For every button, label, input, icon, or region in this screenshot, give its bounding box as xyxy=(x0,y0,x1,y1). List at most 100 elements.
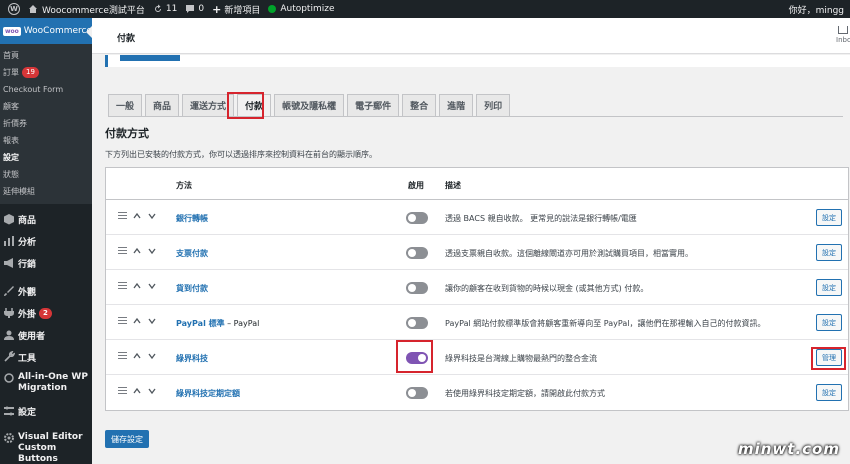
chevron-down-icon[interactable] xyxy=(148,352,156,360)
table-row: 綠界科技定期定額 若使用綠界科技定期定額，請開啟此付款方式 設定 xyxy=(106,375,848,410)
table-row: PayPal 標準 – PayPal PayPal 網站付款標準版會將顧客重新導… xyxy=(106,305,848,340)
method-description: 透過支票親自收款。這個離線閘道亦可用於測試購買項目，相當實用。 xyxy=(445,249,693,258)
enable-toggle[interactable] xyxy=(406,387,428,399)
notice-banner xyxy=(105,55,850,67)
sidebar-item-migration[interactable]: All-in-One WP Migration xyxy=(0,368,92,400)
method-name-link[interactable]: 支票付款 xyxy=(176,248,208,259)
status-dot-icon xyxy=(268,5,277,13)
settings-tabs: 一般 商品 運送方式 付款 帳號及隱私權 電子郵件 整合 進階 列印 xyxy=(108,94,513,116)
drag-handle-icon[interactable] xyxy=(118,212,127,221)
tab-products[interactable]: 商品 xyxy=(145,94,180,116)
chevron-up-icon[interactable] xyxy=(133,352,141,360)
drag-handle-icon[interactable] xyxy=(118,247,127,256)
new-item-label: 新增項目 xyxy=(224,5,261,16)
method-name: 貨到付款 xyxy=(176,284,208,293)
method-name-link[interactable]: 綠界科技定期定額 xyxy=(176,388,240,399)
method-name-link[interactable]: 綠界科技 xyxy=(176,353,208,364)
column-description: 描述 xyxy=(445,181,461,190)
user-greeting[interactable]: 你好，mingg xyxy=(789,0,844,18)
submenu-item-customers[interactable]: 顧客 xyxy=(0,98,92,115)
table-row: 綠界科技 綠界科技是台灣線上購物最熱門的整合金流 管理 xyxy=(106,340,848,375)
method-name: PayPal 標準 xyxy=(176,319,225,328)
setup-button[interactable]: 設定 xyxy=(816,244,842,261)
autoptimize-label: Autoptimize xyxy=(280,4,335,14)
sidebar-item-settings[interactable]: 設定 xyxy=(0,400,92,422)
page-title: 付款 xyxy=(117,34,136,44)
autoptimize-link[interactable]: Autoptimize xyxy=(268,4,335,14)
enable-toggle[interactable] xyxy=(406,282,428,294)
column-enabled: 啟用 xyxy=(408,181,424,190)
submenu-item-orders[interactable]: 訂單 19 xyxy=(0,64,92,81)
notice-button[interactable] xyxy=(120,55,180,61)
chevron-up-icon[interactable] xyxy=(133,387,141,395)
sidebar-item-tools[interactable]: 工具 xyxy=(0,346,92,368)
box-icon xyxy=(4,214,14,225)
method-name-link[interactable]: 貨到付款 xyxy=(176,283,208,294)
drag-handle-icon[interactable] xyxy=(118,282,127,291)
chevron-down-icon[interactable] xyxy=(148,282,156,290)
submenu-label: 狀態 xyxy=(3,170,19,179)
comments-link[interactable]: 0 xyxy=(185,4,204,14)
chevron-down-icon[interactable] xyxy=(148,387,156,395)
tab-emails[interactable]: 電子郵件 xyxy=(347,94,400,116)
comments-count: 0 xyxy=(198,4,205,14)
site-name-link[interactable]: Woocommerce測試平台 xyxy=(28,3,145,16)
sidebar-item-label: 外掛 xyxy=(18,309,37,320)
drag-handle-icon[interactable] xyxy=(118,317,127,326)
submenu-item-coupons[interactable]: 折價券 xyxy=(0,115,92,132)
enable-toggle[interactable] xyxy=(406,317,428,329)
setup-button[interactable]: 設定 xyxy=(816,314,842,331)
chevron-down-icon[interactable] xyxy=(148,247,156,255)
setup-button[interactable]: 設定 xyxy=(816,384,842,401)
submenu-label: 訂單 xyxy=(3,68,19,77)
submenu-item-reports[interactable]: 報表 xyxy=(0,132,92,149)
sidebar-item-appearance[interactable]: 外觀 xyxy=(0,280,92,302)
sidebar-item-label: All-in-One WP Migration xyxy=(18,372,88,393)
enable-toggle[interactable] xyxy=(406,212,428,224)
sidebar-item-visual-editor[interactable]: Visual Editor Custom Buttons xyxy=(0,428,92,464)
plugins-count-badge: 2 xyxy=(39,307,52,319)
submenu-item-status[interactable]: 狀態 xyxy=(0,166,92,183)
updates-link[interactable]: 11 xyxy=(153,4,177,14)
chevron-up-icon[interactable] xyxy=(133,247,141,255)
orders-count-badge: 19 xyxy=(22,67,39,78)
sidebar-item-products[interactable]: 商品 xyxy=(0,208,92,230)
drag-handle-icon[interactable] xyxy=(118,352,127,361)
enable-toggle[interactable] xyxy=(406,247,428,259)
wordpress-logo-icon[interactable]: W xyxy=(8,3,20,15)
chevron-up-icon[interactable] xyxy=(133,212,141,220)
setup-button[interactable]: 設定 xyxy=(816,209,842,226)
submenu-item-home[interactable]: 首頁 xyxy=(0,47,92,64)
sidebar-item-plugins[interactable]: 外掛 2 xyxy=(0,302,92,324)
tab-advanced[interactable]: 進階 xyxy=(439,94,474,116)
sidebar-item-label: 使用者 xyxy=(18,331,46,342)
tab-integration[interactable]: 整合 xyxy=(402,94,437,116)
submenu-item-extensions[interactable]: 延伸模組 xyxy=(0,183,92,200)
sidebar-item-label: WooCommerce xyxy=(23,26,93,36)
chevron-up-icon[interactable] xyxy=(133,282,141,290)
method-name-link[interactable]: PayPal 標準 – PayPal xyxy=(176,318,259,329)
save-settings-button[interactable]: 儲存設定 xyxy=(105,430,149,448)
drag-handle-icon[interactable] xyxy=(118,387,127,396)
sidebar-item-analytics[interactable]: 分析 xyxy=(0,230,92,252)
method-description: 透過 BACS 親自收款。 更常見的說法是銀行轉帳/電匯 xyxy=(445,214,637,223)
tab-accounts-privacy[interactable]: 帳號及隱私權 xyxy=(274,94,345,116)
highlight-box-manage-button xyxy=(811,347,846,370)
chevron-up-icon[interactable] xyxy=(133,317,141,325)
new-item-link[interactable]: + 新增項目 xyxy=(212,3,260,16)
tab-print[interactable]: 列印 xyxy=(476,94,511,116)
chevron-down-icon[interactable] xyxy=(148,317,156,325)
sidebar-item-users[interactable]: 使用者 xyxy=(0,324,92,346)
submenu-item-checkout-form[interactable]: Checkout Form xyxy=(0,81,92,98)
tab-general[interactable]: 一般 xyxy=(108,94,143,116)
submenu-label: 首頁 xyxy=(3,51,19,60)
sidebar-item-label: Visual Editor Custom Buttons xyxy=(18,432,83,464)
setup-button[interactable]: 設定 xyxy=(816,279,842,296)
chevron-down-icon[interactable] xyxy=(148,212,156,220)
inbox-button[interactable]: Inbo xyxy=(836,26,850,44)
admin-bar: W Woocommerce測試平台 11 0 + 新增項目 Autoptimiz… xyxy=(0,0,850,18)
method-name-link[interactable]: 銀行轉帳 xyxy=(176,213,208,224)
submenu-item-settings[interactable]: 設定 xyxy=(0,149,92,166)
sidebar-item-woocommerce[interactable]: woo WooCommerce xyxy=(0,18,92,44)
sidebar-item-marketing[interactable]: 行銷 xyxy=(0,252,92,274)
